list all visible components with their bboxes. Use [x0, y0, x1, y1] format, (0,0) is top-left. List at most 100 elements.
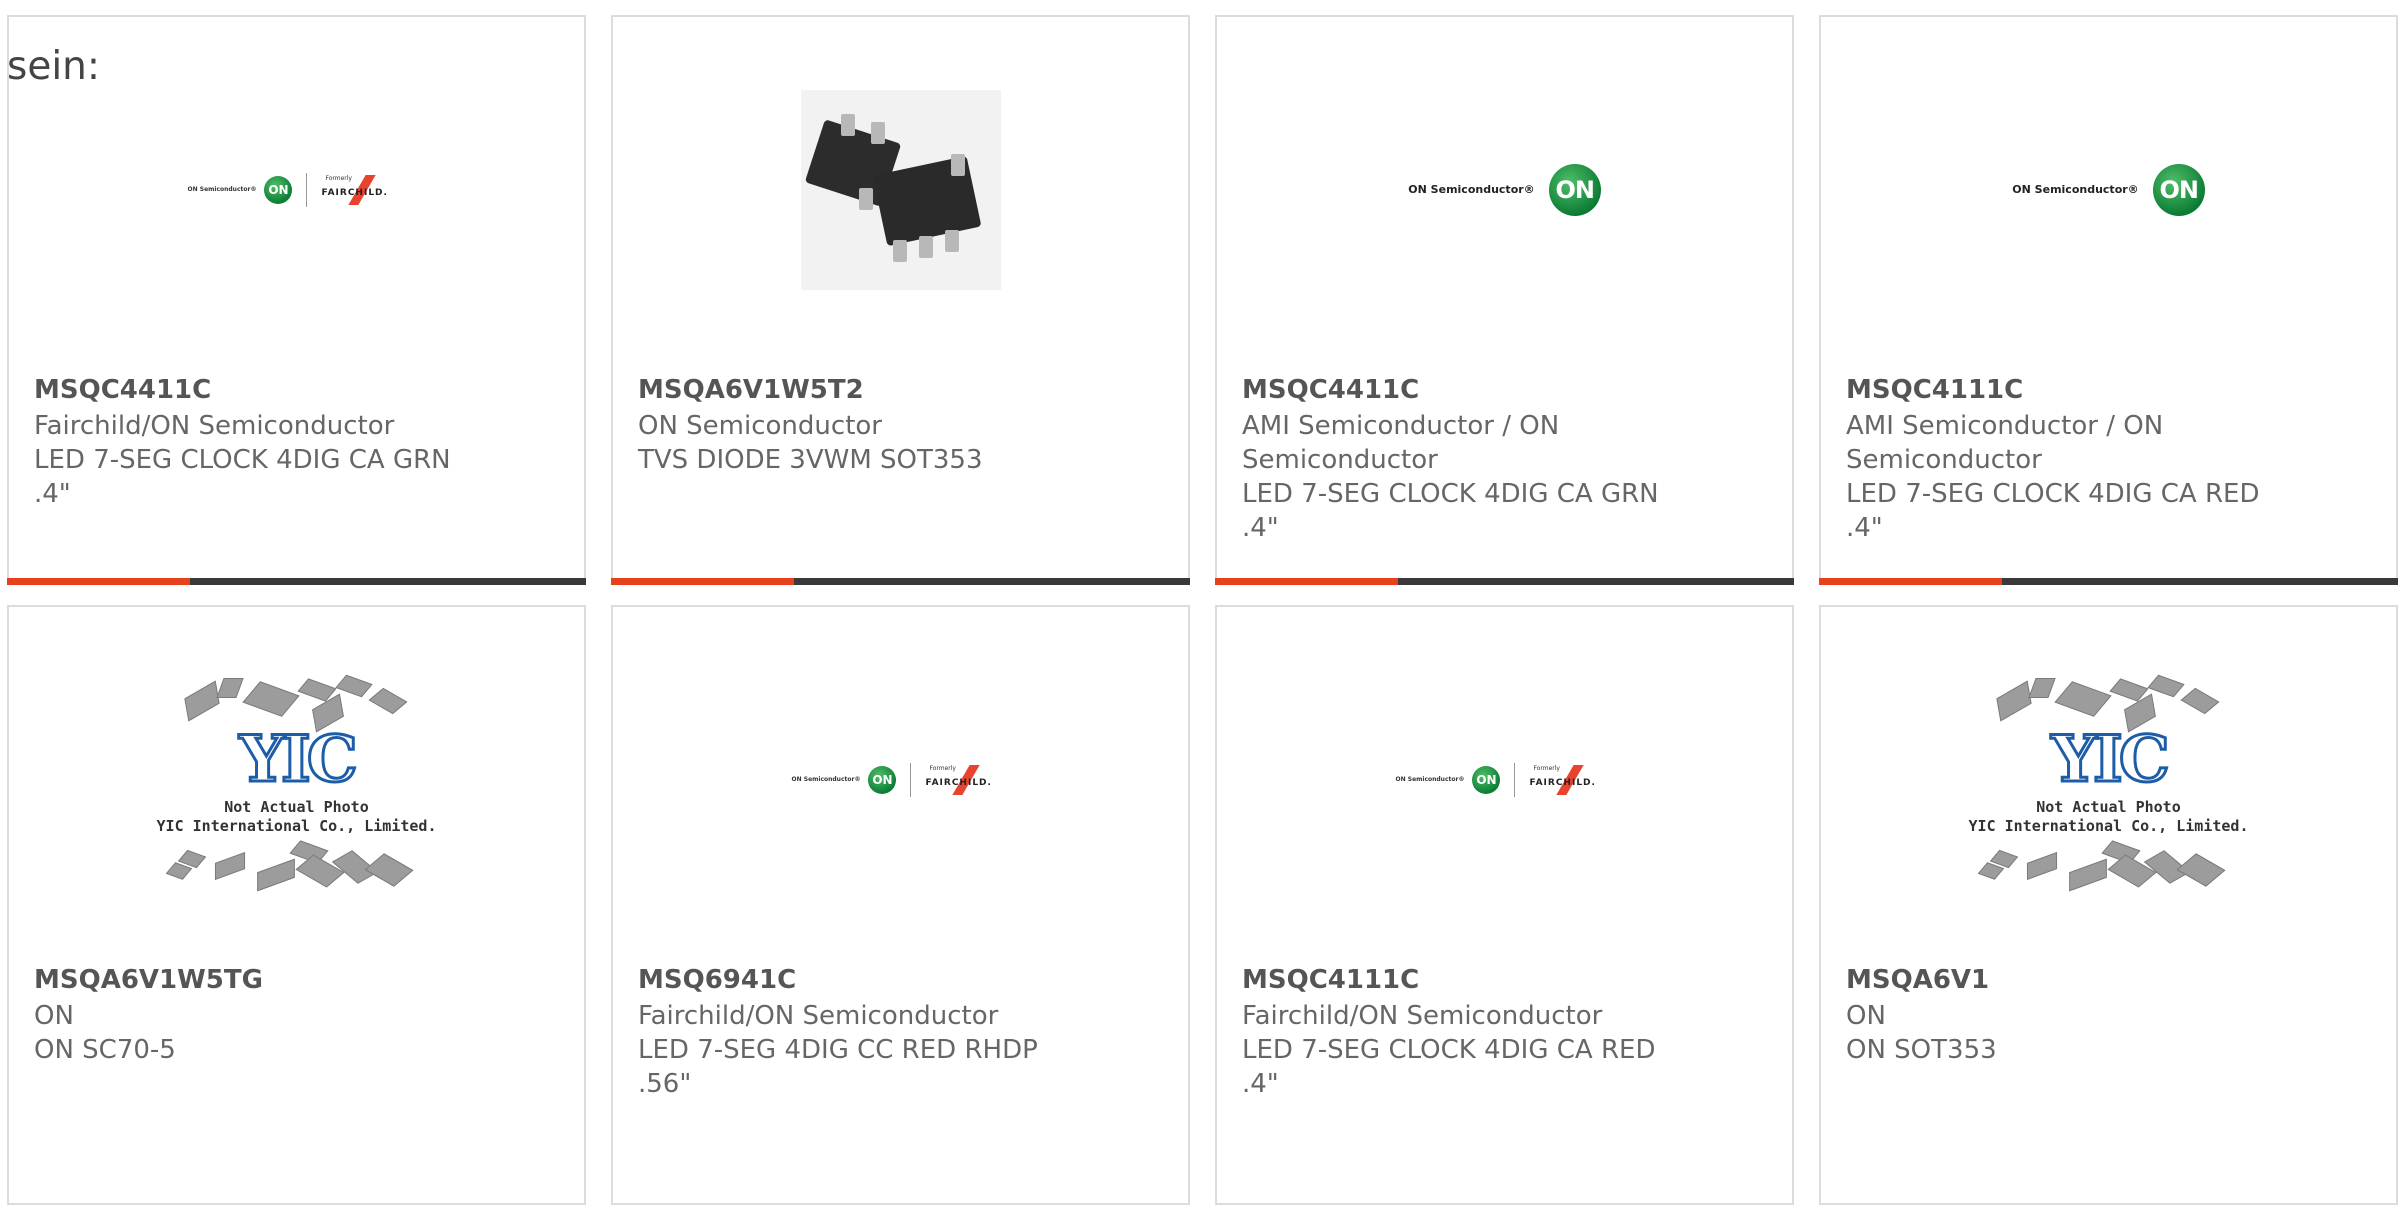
manufacturer-text: Fairchild/ON Semiconductor [34, 411, 395, 441]
fairchild-text: FAIRCHILD. [925, 777, 992, 788]
product-description: ON ON SOT353 [1846, 999, 2276, 1067]
chip-pin [892, 239, 907, 262]
yic-placeholder-image: YIC Not Actual Photo YIC International Co.… [1964, 660, 2254, 900]
description-text: LED 7-SEG CLOCK 4DIG CA GRN .4" [34, 445, 451, 509]
product-description: AMI Semiconductor / ON Semiconductor LED … [1846, 409, 2276, 545]
product-card[interactable]: MSQA6V1W5T2 ON Semiconductor TVS DIODE 3VW… [611, 15, 1190, 585]
on-logo-icon: ON [1548, 163, 1601, 216]
yic-logo: YIC [2050, 720, 2172, 798]
description-text: LED 7-SEG CLOCK 4DIG CA RED .4" [1242, 1035, 1656, 1099]
fairchild-text: FAIRCHILD. [321, 187, 388, 198]
product-card[interactable]: ON Semiconductor® ON MSQC4111C AMI Semicond… [1819, 15, 2398, 585]
product-description: AMI Semiconductor / ON Semiconductor LED … [1242, 409, 1672, 545]
chip-icon [368, 687, 407, 714]
chip-icon [215, 677, 244, 698]
on-brand-text: ON Semiconductor® [1395, 776, 1465, 783]
manufacturer-text: ON [34, 1001, 74, 1031]
on-fairchild-logo: ON Semiconductor® ON Formerly FAIRCHILD. [1395, 762, 1614, 797]
dark-segment [2002, 578, 2398, 585]
description-text: ON SC70-5 [34, 1035, 176, 1065]
product-image[interactable]: ON Semiconductor® ON [1217, 17, 1792, 362]
manufacturer-text: AMI Semiconductor / ON Semiconductor [1242, 411, 1560, 475]
product-card[interactable]: YIC Not Actual Photo YIC International Co.… [7, 605, 586, 1205]
on-fairchild-logo: ON Semiconductor® ON Formerly FAIRCHILD. [791, 762, 1010, 797]
note-line: YIC International Co., Limited. [1968, 816, 2249, 835]
tvs-diode-photo [800, 89, 1001, 290]
product-card[interactable]: ON Semiconductor® ON Formerly FAIRCHILD. MSQ… [7, 15, 586, 585]
product-image[interactable]: ON Semiconductor® ON Formerly FAIRCHILD. [1217, 607, 1792, 952]
on-fairchild-logo: ON Semiconductor® ON Formerly FAIRCHILD. [188, 172, 406, 207]
chip-icon [1995, 679, 2032, 722]
dark-segment [1398, 578, 1794, 585]
chip-icon [256, 858, 295, 891]
product-card[interactable]: YIC Not Actual Photo YIC International Co.… [1819, 605, 2398, 1205]
card-accent-bar [1819, 578, 2398, 585]
accent-segment [7, 578, 190, 585]
product-image[interactable]: ON Semiconductor® ON [1821, 17, 2396, 362]
chip-pin [950, 153, 965, 176]
product-description: Fairchild/ON Semiconductor LED 7-SEG 4DIG… [638, 999, 1068, 1101]
chip-icon [2180, 687, 2219, 714]
logo-divider [1514, 762, 1516, 797]
product-description: Fairchild/ON Semiconductor LED 7-SEG CLOC… [1242, 999, 1672, 1101]
card-accent-bar [7, 578, 586, 585]
chip-pin [918, 235, 933, 258]
product-image[interactable]: YIC Not Actual Photo YIC International Co.… [1821, 607, 2396, 952]
product-card[interactable]: ON Semiconductor® ON Formerly FAIRCHILD. MSQ… [1215, 605, 1794, 1205]
part-number-link[interactable]: MSQA6V1W5TG [34, 965, 263, 995]
product-description: Fairchild/ON Semiconductor LED 7-SEG CLOC… [34, 409, 464, 511]
accent-segment [1819, 578, 2002, 585]
chip-icon [2068, 858, 2107, 891]
product-description: ON ON SC70-5 [34, 999, 464, 1067]
product-card[interactable]: ON Semiconductor® ON Formerly FAIRCHILD. MSQ… [611, 605, 1190, 1205]
not-actual-photo-note: Not Actual Photo YIC International Co., L… [1964, 798, 2254, 836]
description-text: TVS DIODE 3VWM SOT353 [638, 445, 983, 475]
on-brand-text: ON Semiconductor® [791, 776, 861, 783]
part-number-link[interactable]: MSQA6V1 [1846, 965, 1989, 995]
yic-logo: YIC [238, 720, 360, 798]
chip-icon [2175, 852, 2226, 887]
product-image[interactable] [613, 17, 1188, 362]
formerly-text: Formerly [325, 174, 352, 182]
description-text: LED 7-SEG 4DIG CC RED RHDP .56" [638, 1035, 1038, 1099]
chip-pin [858, 187, 873, 210]
fairchild-logo: Formerly FAIRCHILD. [321, 173, 405, 207]
chip-icon [2026, 851, 2057, 880]
part-number-link[interactable]: MSQ6941C [638, 965, 796, 995]
manufacturer-text: Fairchild/ON Semiconductor [1242, 1001, 1603, 1031]
chip-icon [2146, 674, 2185, 697]
part-number-link[interactable]: MSQC4111C [1242, 965, 1419, 995]
chip-icon [2027, 677, 2056, 698]
on-brand-text: ON Semiconductor® [1408, 183, 1535, 196]
description-text: LED 7-SEG CLOCK 4DIG CA GRN .4" [1242, 479, 1659, 543]
formerly-text: Formerly [929, 764, 956, 772]
fairchild-text: FAIRCHILD. [1529, 777, 1596, 788]
formerly-text: Formerly [1533, 764, 1560, 772]
part-number-link[interactable]: MSQC4411C [34, 375, 211, 405]
logo-divider [306, 172, 308, 207]
accent-segment [611, 578, 794, 585]
note-line: Not Actual Photo [2036, 797, 2181, 816]
chip-icon [363, 852, 414, 887]
product-card[interactable]: ON Semiconductor® ON MSQC4411C AMI Semicond… [1215, 15, 1794, 585]
product-description: ON Semiconductor TVS DIODE 3VWM SOT353 [638, 409, 1068, 477]
fairchild-logo: Formerly FAIRCHILD. [1529, 763, 1613, 797]
manufacturer-text: Fairchild/ON Semiconductor [638, 1001, 999, 1031]
note-line: Not Actual Photo [224, 797, 369, 816]
product-image[interactable]: YIC Not Actual Photo YIC International Co.… [9, 607, 584, 952]
logo-divider [910, 762, 912, 797]
description-text: LED 7-SEG CLOCK 4DIG CA RED .4" [1846, 479, 2260, 543]
on-brand-text: ON Semiconductor® [2012, 183, 2139, 196]
on-logo-icon: ON [1472, 765, 1501, 794]
chip-icon [214, 851, 245, 880]
page-heading: sein: [7, 44, 101, 89]
note-line: YIC International Co., Limited. [156, 816, 437, 835]
part-number-link[interactable]: MSQC4111C [1846, 375, 2023, 405]
description-text: ON SOT353 [1846, 1035, 1997, 1065]
product-image[interactable]: ON Semiconductor® ON Formerly FAIRCHILD. [613, 607, 1188, 952]
part-number-link[interactable]: MSQC4411C [1242, 375, 1419, 405]
chip-pin [944, 229, 959, 252]
chip-icon [183, 679, 220, 722]
part-number-link[interactable]: MSQA6V1W5T2 [638, 375, 864, 405]
chip-icon [2053, 680, 2112, 717]
